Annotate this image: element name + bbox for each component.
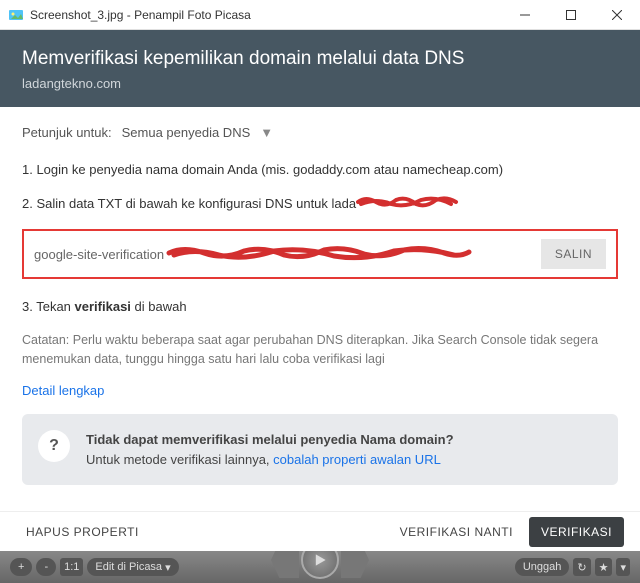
close-button[interactable]	[594, 0, 640, 30]
step-2: 2. Salin data TXT di bawah ke konfiguras…	[22, 194, 618, 216]
edit-in-picasa-button[interactable]: Edit di Picasa ▾	[87, 558, 178, 576]
remove-property-button[interactable]: HAPUS PROPERTI	[16, 517, 149, 547]
note-text: Catatan: Perlu waktu beberapa saat agar …	[22, 331, 618, 370]
dialog-footer: HAPUS PROPERTI VERIFIKASI NANTI VERIFIKA…	[0, 511, 640, 551]
play-button[interactable]	[301, 551, 339, 579]
app-icon	[8, 7, 24, 23]
copy-button[interactable]: SALIN	[541, 239, 606, 269]
window-title: Screenshot_3.jpg - Penampil Foto Picasa	[30, 8, 502, 22]
minimize-button[interactable]	[502, 0, 548, 30]
provider-dropdown[interactable]: Semua penyedia DNS ▼	[122, 125, 274, 140]
redaction-scribble	[164, 243, 474, 266]
next-button[interactable]	[341, 551, 369, 578]
info-box: ? Tidak dapat memverifikasi melalui peny…	[22, 414, 618, 485]
actual-size-button[interactable]: 1:1	[60, 558, 83, 576]
maximize-button[interactable]	[548, 0, 594, 30]
info-link[interactable]: cobalah properti awalan URL	[273, 452, 441, 467]
txt-record-box: google-site-verification SALIN	[22, 229, 618, 279]
question-icon: ?	[38, 430, 70, 462]
page-subtitle: ladangtekno.com	[22, 76, 618, 91]
step-3: 3. Tekan verifikasi di bawah	[22, 297, 618, 317]
zoom-out-button[interactable]: -	[36, 558, 56, 576]
upload-button[interactable]: Unggah	[515, 558, 570, 576]
detail-link[interactable]: Detail lengkap	[22, 383, 618, 398]
redaction-scribble	[356, 194, 466, 216]
chevron-down-icon: ▾	[165, 561, 171, 574]
prev-button[interactable]	[271, 551, 299, 578]
zoom-in-button[interactable]: +	[10, 558, 32, 576]
more-button[interactable]: ▾	[616, 558, 630, 576]
provider-label: Petunjuk untuk:	[22, 125, 112, 140]
info-title: Tidak dapat memverifikasi melalui penyed…	[86, 430, 454, 450]
star-button[interactable]: ★	[595, 558, 613, 576]
picasa-toolbar: + - 1:1 Edit di Picasa ▾ Unggah ↻ ★ ▾	[0, 551, 640, 583]
verify-button[interactable]: VERIFIKASI	[529, 517, 624, 547]
step-1: 1. Login ke penyedia nama domain Anda (m…	[22, 160, 618, 180]
rotate-button[interactable]: ↻	[573, 558, 590, 576]
txt-record-value: google-site-verification	[34, 243, 474, 266]
verify-later-button[interactable]: VERIFIKASI NANTI	[390, 517, 523, 547]
window-titlebar: Screenshot_3.jpg - Penampil Foto Picasa	[0, 0, 640, 30]
page-title: Memverifikasi kepemilikan domain melalui…	[22, 48, 618, 70]
info-body: Untuk metode verifikasi lainnya,	[86, 452, 273, 467]
page-header: Memverifikasi kepemilikan domain melalui…	[0, 30, 640, 107]
provider-selected: Semua penyedia DNS	[122, 125, 251, 140]
chevron-down-icon: ▼	[260, 125, 273, 140]
